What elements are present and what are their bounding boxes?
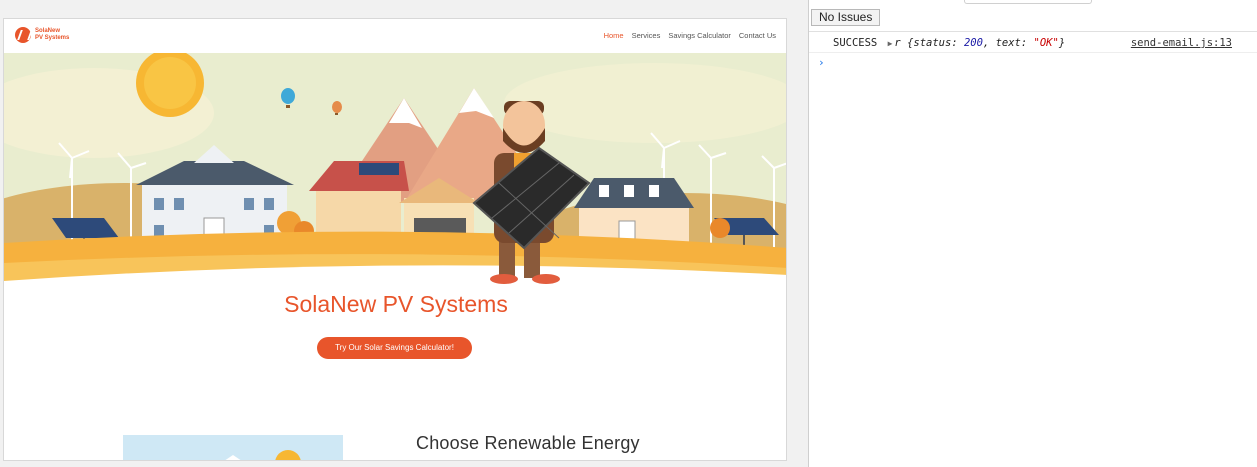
logo-text-line1: SolaNew — [35, 28, 61, 34]
nav-contact-us[interactable]: Contact Us — [739, 31, 776, 40]
section-title: Choose Renewable Energy — [416, 433, 640, 453]
browser-viewport: SolaNew PV Systems Home Services Savings… — [0, 0, 808, 467]
log-text-value: "OK" — [1033, 37, 1059, 49]
console-log-row: SUCCESS ▶ r {status: 200, text: "OK"} sen… — [809, 33, 1257, 53]
log-label: SUCCESS — [833, 37, 878, 49]
console-toolbar: No Issues — [809, 0, 1257, 32]
log-source-link[interactable]: send-email.js:13 — [1131, 37, 1232, 49]
site-logo[interactable]: SolaNew PV Systems — [15, 27, 69, 43]
log-object-name[interactable]: r — [894, 37, 900, 49]
hero-title: SolaNew PV Systems — [284, 291, 508, 317]
hero-illustration — [4, 53, 786, 288]
nav-home[interactable]: Home — [604, 31, 624, 40]
logo-text-line2: PV Systems — [35, 35, 70, 41]
web-page: SolaNew PV Systems Home Services Savings… — [3, 18, 787, 461]
nav-savings-calculator[interactable]: Savings Calculator — [668, 31, 731, 40]
log-object-mid: , text: — [982, 37, 1034, 49]
savings-calculator-cta-button[interactable]: Try Our Solar Savings Calculator! — [317, 337, 472, 359]
nav-services[interactable]: Services — [632, 31, 661, 40]
log-object-open: {status: — [907, 37, 964, 49]
log-status-value: 200 — [963, 37, 983, 49]
section-illustration — [123, 435, 343, 460]
issues-button[interactable]: No Issues — [811, 9, 881, 26]
console-filter-input[interactable] — [964, 0, 1092, 4]
log-object-close: } — [1058, 37, 1066, 49]
main-nav: Home Services Savings Calculator Contact… — [604, 31, 776, 40]
sun-logo-icon — [15, 27, 31, 43]
site-navbar: SolaNew PV Systems Home Services Savings… — [4, 19, 786, 53]
devtools-console-panel: No Issues SUCCESS ▶ r {status: 200, text:… — [808, 0, 1257, 467]
console-prompt-icon[interactable]: › — [818, 56, 825, 69]
expand-triangle-icon[interactable]: ▶ — [888, 39, 893, 48]
